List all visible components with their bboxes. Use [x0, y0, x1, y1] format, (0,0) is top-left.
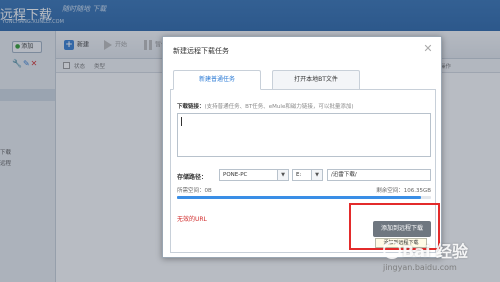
chevron-down-icon[interactable]: ▼ — [311, 169, 323, 181]
link-label-text: 下载链接： — [177, 104, 205, 110]
required-space: 所需空间：0B — [177, 188, 212, 194]
watermark-url: jingyan.baidu.com — [383, 263, 457, 272]
disk-space-fill — [177, 196, 421, 199]
watermark-brand-text: Bai 经验 — [402, 242, 469, 261]
link-hint: (支持普通任务、BT任务、eMule和磁力链接，可以批量添加) — [204, 104, 354, 110]
chevron-down-icon[interactable]: ▼ — [277, 169, 289, 181]
close-icon[interactable]: ✕ — [421, 42, 435, 56]
path-label: 存储路径： — [177, 174, 208, 181]
folder-path-input[interactable]: /迅雷下载/ — [327, 169, 431, 181]
watermark-brand: Bai 经验 — [380, 238, 490, 261]
drive-select[interactable]: E: — [292, 169, 312, 181]
tab-new-normal-task[interactable]: 新建普通任务 — [173, 70, 261, 90]
disk-space-bar — [177, 196, 431, 199]
dialog-title: 新建远程下载任务 — [173, 47, 229, 55]
download-link-input[interactable] — [177, 113, 431, 157]
error-message: 无效的URL — [177, 216, 207, 223]
free-space: 剩余空间：106.35GB — [376, 188, 431, 194]
link-label: 下载链接：(支持普通任务、BT任务、eMule和磁力链接，可以批量添加) — [177, 102, 353, 110]
text-cursor — [181, 117, 182, 126]
tab-open-bt-file[interactable]: 打开本地BT文件 — [272, 70, 360, 90]
